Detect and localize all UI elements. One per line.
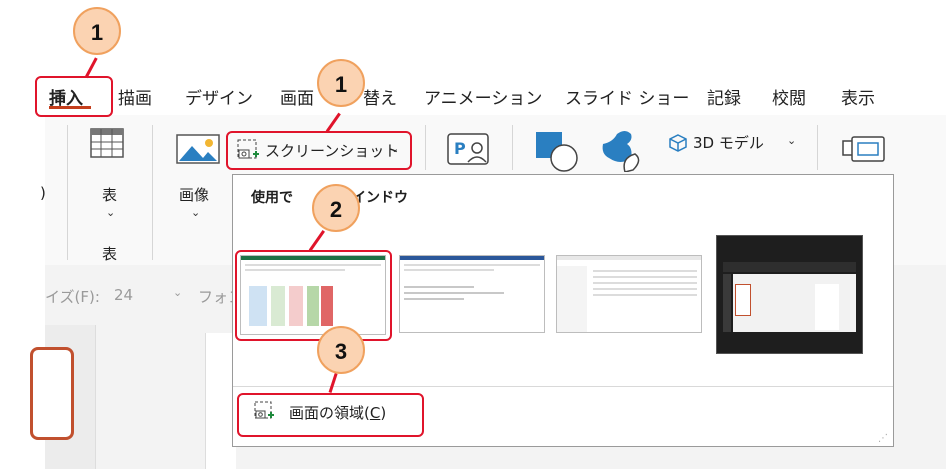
window-thumbnail-presentation[interactable] — [716, 235, 863, 354]
slide-thumbnail[interactable] — [30, 347, 74, 440]
ribbon-separator — [817, 125, 818, 170]
partial-ribbon-label: ) — [40, 184, 46, 202]
step-callout-2: 2 — [312, 184, 360, 232]
window-thumbnail-explorer[interactable] — [556, 255, 702, 333]
table-group-label: 表 — [102, 245, 118, 263]
font-size-label: イズ(F): — [45, 288, 100, 306]
chevron-down-icon[interactable]: ⌄ — [173, 286, 182, 299]
icons-icon[interactable] — [597, 128, 645, 176]
tab-record[interactable]: 記録 — [707, 84, 741, 109]
highlight-insert-tab — [35, 76, 113, 117]
chevron-down-icon[interactable]: ⌄ — [787, 134, 796, 147]
tab-review[interactable]: 校閲 — [772, 84, 806, 109]
highlight-window-thumbnail — [235, 250, 392, 341]
screen-recording-icon[interactable] — [842, 135, 888, 169]
cube-icon[interactable] — [668, 133, 688, 157]
step-callout-1-screenshot: 1 — [317, 59, 365, 107]
svg-text:P: P — [454, 139, 466, 158]
available-windows-heading-part2: インドウ — [352, 190, 408, 206]
picture-icon[interactable] — [176, 134, 220, 168]
3d-model-button-label[interactable]: 3D モデル — [693, 132, 764, 153]
highlight-screenshot-button — [226, 131, 412, 170]
available-windows-heading-part1: 使用で — [251, 190, 293, 206]
resize-grip-icon[interactable]: ⋰ — [878, 433, 888, 444]
tab-slideshow[interactable]: スライド ショー — [565, 84, 689, 109]
tab-design[interactable]: デザイン — [185, 84, 253, 109]
shapes-icon[interactable] — [534, 130, 582, 176]
ribbon-separator — [152, 125, 153, 260]
tab-transitions-part1[interactable]: 画面 — [280, 84, 314, 109]
font-size-value[interactable]: 24 — [114, 286, 133, 304]
step-callout-1: 1 — [73, 7, 121, 55]
table-icon[interactable] — [90, 128, 124, 162]
chevron-down-icon[interactable]: ⌄ — [106, 206, 115, 219]
tab-transitions-part2[interactable]: 替え — [363, 84, 397, 109]
step-callout-3: 3 — [317, 326, 365, 374]
ribbon-separator — [67, 125, 68, 260]
highlight-screen-clipping — [237, 393, 424, 437]
ribbon-separator — [425, 125, 426, 170]
window-thumbnail-document[interactable] — [399, 255, 545, 333]
tab-view[interactable]: 表示 — [841, 84, 875, 109]
chevron-down-icon[interactable]: ⌄ — [191, 206, 200, 219]
cameo-icon[interactable]: P — [446, 132, 492, 172]
ribbon-separator — [512, 125, 513, 170]
tab-draw[interactable]: 描画 — [118, 84, 152, 109]
tab-animations[interactable]: アニメーション — [424, 84, 542, 109]
images-button-label[interactable]: 画像 — [179, 184, 209, 205]
table-button-label[interactable]: 表 — [102, 184, 117, 205]
